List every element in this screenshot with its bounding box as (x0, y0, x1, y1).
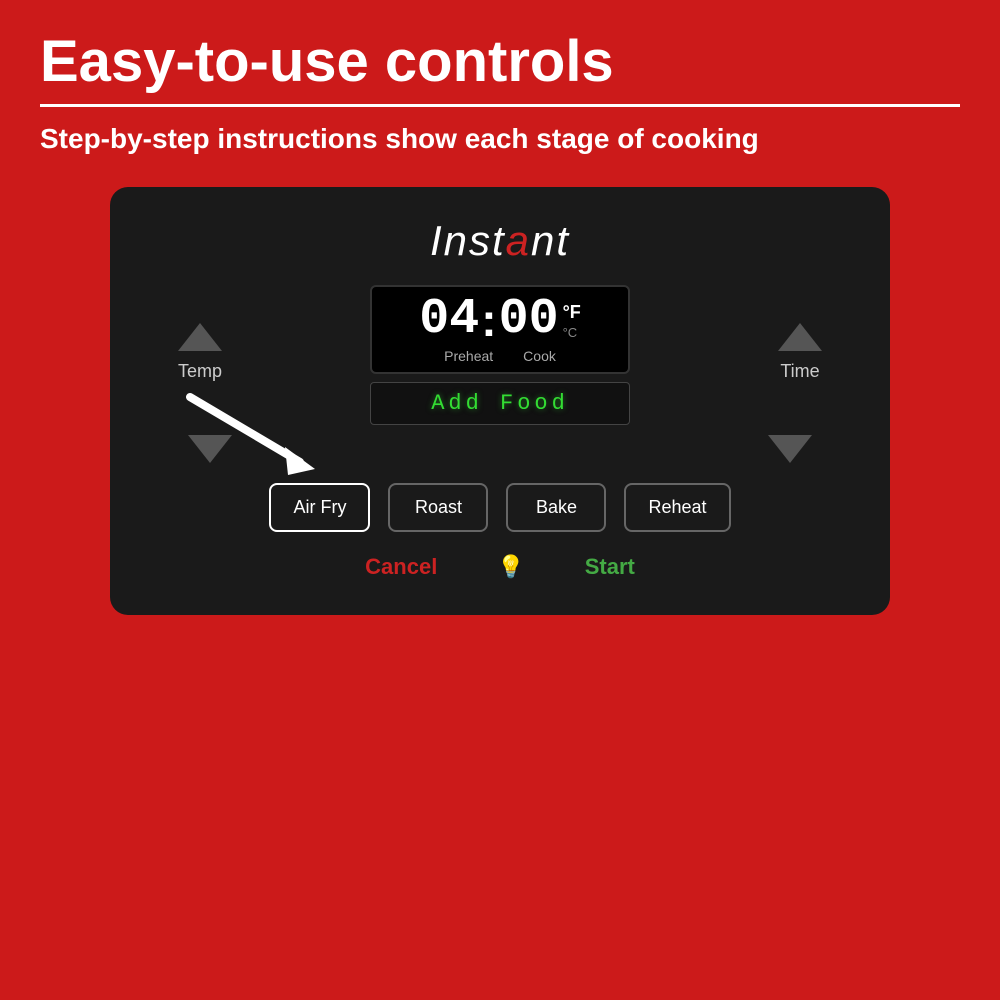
time-down-button[interactable] (768, 435, 812, 463)
brand-name-part2: nt (531, 217, 570, 264)
temp-label: Temp (178, 361, 222, 382)
temp-section: Temp (150, 323, 250, 388)
lcd-display: 0 4 : 0 0 °F °C Preheat Cook (370, 285, 630, 374)
time-section: Time (750, 323, 850, 388)
start-button[interactable]: Start (585, 554, 635, 580)
page-wrapper: Easy-to-use controls Step-by-step instru… (0, 0, 1000, 1000)
add-food-display: Add Food (370, 382, 630, 425)
unit-c: °C (563, 325, 581, 342)
reheat-button[interactable]: Reheat (624, 483, 730, 532)
colon: : (481, 297, 496, 343)
time-down-area (663, 431, 840, 463)
time-up-button[interactable] (778, 323, 822, 351)
brand-name: Instant (150, 217, 850, 265)
bottom-row: Cancel 💡 Start (150, 554, 850, 580)
cook-label: Cook (523, 348, 556, 364)
digit-0c: 0 (529, 295, 559, 345)
digit-4: 4 (449, 295, 479, 345)
temp-unit: °F °C (563, 295, 581, 341)
page-title: Easy-to-use controls (40, 30, 960, 94)
time-display: 0 4 : 0 0 °F °C (419, 295, 581, 345)
page-subtitle: Step-by-step instructions show each stag… (40, 121, 960, 157)
device-panel: Instant Temp 0 4 : 0 0 (110, 187, 890, 615)
preheat-label: Preheat (444, 348, 493, 364)
digit-0b: 0 (499, 295, 529, 345)
digit-0: 0 (419, 295, 449, 345)
bake-button[interactable]: Bake (506, 483, 606, 532)
air-fry-button[interactable]: Air Fry (269, 483, 370, 532)
cancel-button[interactable]: Cancel (365, 554, 437, 580)
brand-name-part1: Inst (430, 217, 506, 264)
unit-f: °F (563, 301, 581, 324)
temp-up-button[interactable] (178, 323, 222, 351)
cook-mode-buttons: Air Fry Roast Bake Reheat (150, 483, 850, 532)
light-icon[interactable]: 💡 (497, 554, 524, 580)
roast-button[interactable]: Roast (388, 483, 488, 532)
time-label: Time (780, 361, 819, 382)
title-divider (40, 104, 960, 107)
arrow-pointer (170, 387, 330, 482)
preheat-cook-labels: Preheat Cook (444, 348, 556, 364)
brand-name-a: a (506, 217, 531, 264)
